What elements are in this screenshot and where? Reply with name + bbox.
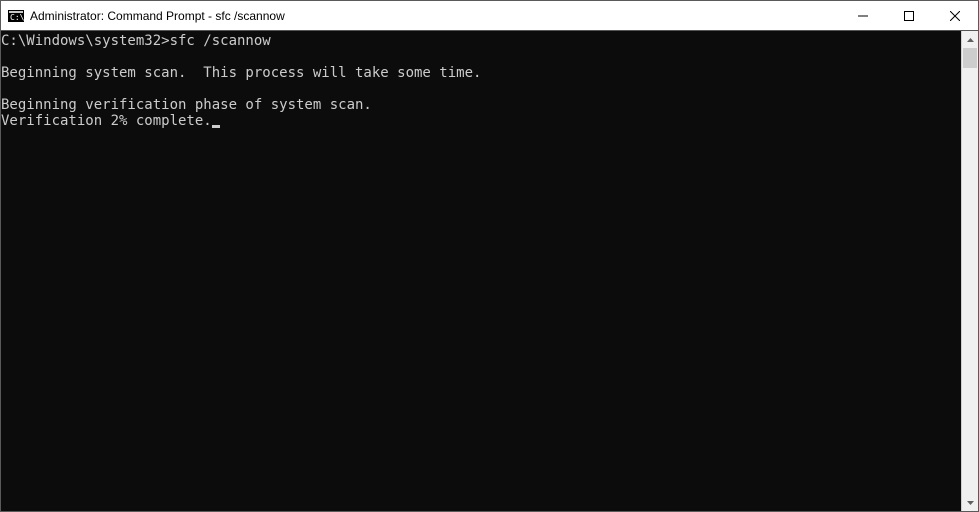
- prompt-text: C:\Windows\system32>: [1, 33, 170, 49]
- vertical-scrollbar[interactable]: [961, 31, 978, 511]
- svg-text:C:\: C:\: [10, 13, 24, 22]
- window-title: Administrator: Command Prompt - sfc /sca…: [30, 9, 840, 23]
- titlebar[interactable]: C:\ Administrator: Command Prompt - sfc …: [1, 1, 978, 31]
- output-line: [1, 81, 961, 97]
- maximize-button[interactable]: [886, 1, 932, 30]
- window-controls: [840, 1, 978, 30]
- minimize-button[interactable]: [840, 1, 886, 30]
- output-line: Beginning system scan. This process will…: [1, 65, 961, 81]
- scrollbar-track[interactable]: [962, 48, 978, 494]
- output-line: Beginning verification phase of system s…: [1, 97, 961, 113]
- terminal-output[interactable]: C:\Windows\system32>sfc /scannow Beginnin…: [1, 31, 961, 511]
- output-line: [1, 49, 961, 65]
- close-button[interactable]: [932, 1, 978, 30]
- output-line: Verification 2% complete.: [1, 113, 212, 129]
- cursor: [212, 125, 220, 128]
- scrollbar-thumb[interactable]: [963, 48, 977, 68]
- app-icon: C:\: [8, 8, 24, 24]
- command-text: sfc /scannow: [170, 33, 271, 49]
- scroll-down-button[interactable]: [962, 494, 978, 511]
- scroll-up-button[interactable]: [962, 31, 978, 48]
- client-area: C:\Windows\system32>sfc /scannow Beginnin…: [1, 31, 978, 511]
